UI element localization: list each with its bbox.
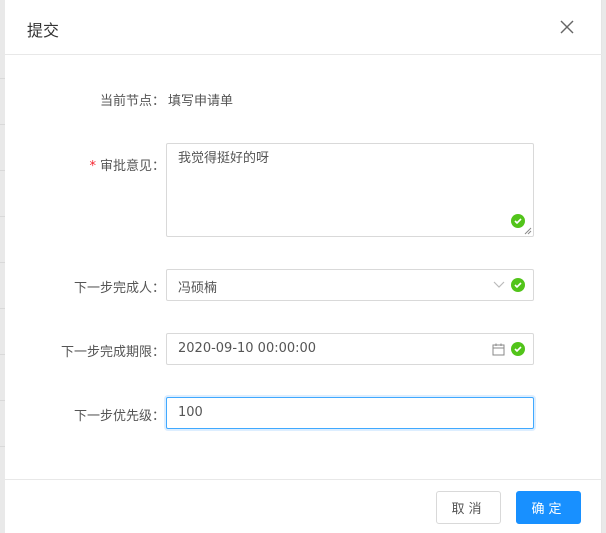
chevron-down-icon [493, 281, 505, 288]
deadline-datepicker[interactable]: 2020-09-10 00:00:00 [166, 333, 534, 365]
assignee-select[interactable]: 冯硕楠 [166, 269, 534, 301]
current-node-value: 填写申请单 [168, 94, 234, 109]
opinion-value: 我觉得挺好的呀 [178, 151, 270, 166]
calendar-icon[interactable] [492, 343, 505, 356]
deadline-value: 2020-09-10 00:00:00 [178, 341, 317, 356]
background-page-edge-right [602, 0, 606, 533]
check-circle-icon [511, 342, 525, 356]
priority-label: 下一步优先级： [73, 409, 165, 424]
check-circle-icon [511, 278, 525, 292]
required-mark: * [89, 159, 96, 174]
cancel-button[interactable]: 取消 [436, 491, 501, 524]
check-circle-icon [511, 214, 525, 228]
submit-dialog: 提交 当前节点： 填写申请单 * 审批意见： 我觉得挺好的呀 下一步完成人： 冯硕… [5, 0, 602, 533]
resize-handle-icon[interactable] [524, 227, 532, 235]
priority-input[interactable]: 100 [166, 397, 534, 429]
close-icon[interactable] [555, 15, 579, 39]
current-node-label: 当前节点： [99, 94, 165, 109]
dialog-footer [5, 479, 602, 533]
priority-value: 100 [178, 405, 203, 420]
opinion-textarea[interactable]: 我觉得挺好的呀 [166, 143, 534, 237]
opinion-label: * 审批意见： [5, 155, 165, 174]
dialog-title: 提交 [27, 21, 60, 40]
assignee-value: 冯硕楠 [178, 281, 218, 296]
opinion-label-text: 审批意见： [99, 159, 165, 174]
deadline-label: 下一步完成期限： [60, 345, 165, 360]
dialog-header: 提交 [5, 0, 602, 55]
assignee-label: 下一步完成人： [73, 281, 165, 296]
confirm-button[interactable]: 确定 [516, 491, 581, 524]
